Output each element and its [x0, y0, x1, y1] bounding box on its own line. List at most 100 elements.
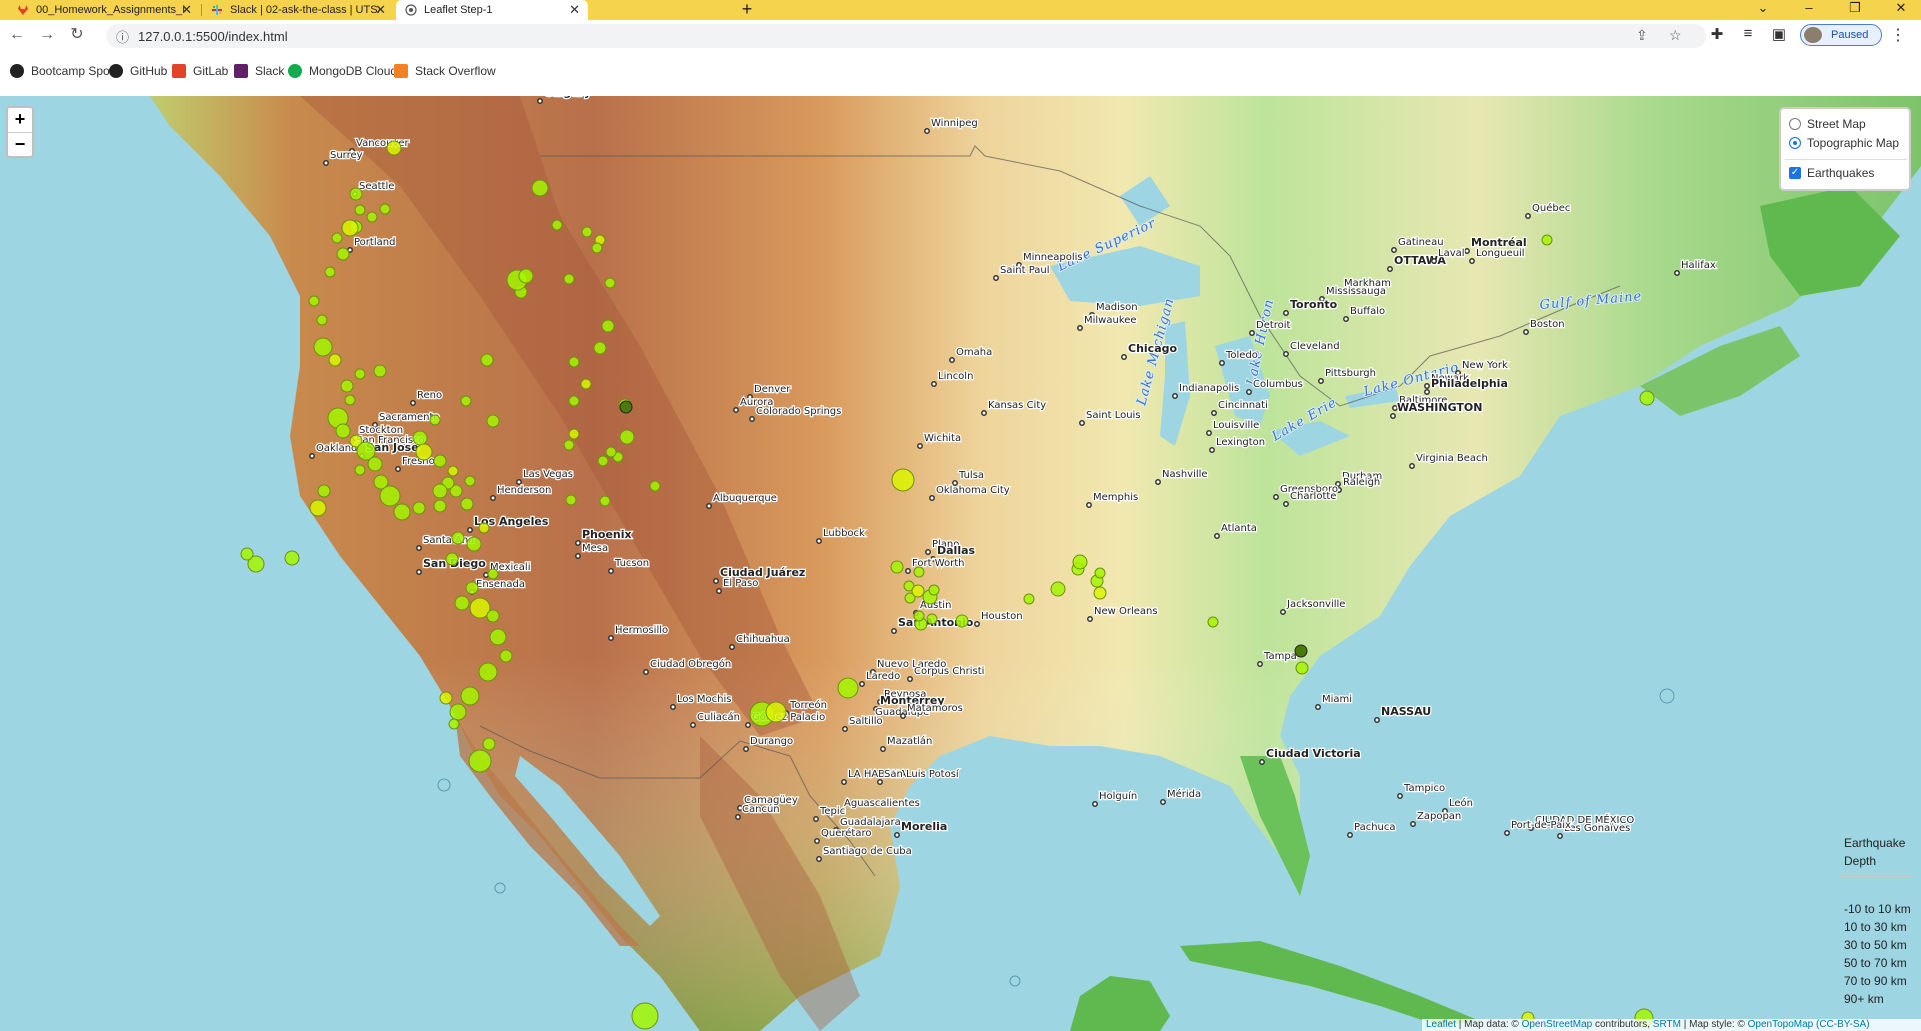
earthquake-marker[interactable]: [354, 464, 366, 476]
earthquake-marker[interactable]: [890, 560, 904, 574]
earthquake-marker[interactable]: [284, 550, 300, 566]
tab-search-icon[interactable]: ⌄: [1740, 0, 1786, 20]
earthquake-marker[interactable]: [913, 566, 925, 578]
earthquake-marker[interactable]: [619, 400, 633, 414]
earthquake-marker[interactable]: [478, 662, 498, 682]
earthquake-marker[interactable]: [466, 536, 482, 552]
forward-button[interactable]: →: [36, 24, 58, 46]
earthquake-marker[interactable]: [563, 439, 575, 451]
earthquake-marker[interactable]: [926, 613, 938, 625]
address-bar[interactable]: ⓘ 127.0.0.1:5500/index.html ⇪ ☆: [106, 24, 1706, 48]
earthquake-marker[interactable]: [605, 446, 617, 458]
earthquake-marker[interactable]: [344, 394, 356, 406]
earthquake-marker[interactable]: [1072, 554, 1088, 570]
earthquake-marker[interactable]: [486, 414, 500, 428]
earthquake-marker[interactable]: [366, 211, 378, 223]
leaflet-link[interactable]: Leaflet: [1426, 1019, 1456, 1030]
zoom-in-button[interactable]: +: [8, 108, 32, 132]
earthquake-marker[interactable]: [565, 494, 577, 506]
opentopomap-link[interactable]: OpenTopoMap: [1748, 1019, 1814, 1030]
close-window-button[interactable]: ✕: [1878, 0, 1921, 20]
earthquake-marker[interactable]: [599, 495, 611, 507]
earthquake-marker[interactable]: [1295, 661, 1309, 675]
earthquake-marker[interactable]: [340, 379, 354, 393]
extensions-icon[interactable]: ✚: [1707, 25, 1727, 43]
earthquake-marker[interactable]: [393, 503, 411, 521]
earthquake-marker[interactable]: [580, 378, 592, 390]
bookmark-bootcamp-spot[interactable]: Bootcamp Spot: [10, 64, 113, 78]
earthquake-marker[interactable]: [451, 531, 465, 545]
earthquake-marker[interactable]: [433, 454, 447, 468]
earthquake-marker[interactable]: [913, 610, 925, 622]
back-button[interactable]: ←: [6, 24, 28, 46]
earthquake-marker[interactable]: [480, 353, 494, 367]
bookmark-stack-overflow[interactable]: Stack Overflow: [394, 64, 496, 78]
earthquake-marker[interactable]: [415, 443, 433, 461]
earthquake-marker[interactable]: [631, 1002, 659, 1030]
earthquake-marker[interactable]: [765, 701, 787, 723]
license-link[interactable]: (CC-BY-SA): [1816, 1019, 1870, 1030]
minimize-button[interactable]: –: [1786, 0, 1832, 20]
more-menu-icon[interactable]: ⋮: [1890, 25, 1906, 45]
earthquake-marker[interactable]: [349, 187, 363, 201]
earthquake-marker[interactable]: [837, 677, 859, 699]
bookmark-github[interactable]: GitHub: [109, 64, 167, 78]
earthquake-marker[interactable]: [911, 584, 925, 598]
tab-slack[interactable]: Slack | 02-ask-the-class | UTSA-V ✕: [202, 0, 394, 20]
earthquake-marker[interactable]: [354, 204, 366, 216]
reload-button[interactable]: ↻: [66, 24, 88, 46]
earthquake-marker[interactable]: [1639, 390, 1655, 406]
earthquake-marker[interactable]: [597, 455, 609, 467]
earthquake-marker[interactable]: [891, 468, 915, 492]
earthquake-marker[interactable]: [367, 456, 383, 472]
earthquake-marker[interactable]: [429, 414, 441, 426]
earthquake-marker[interactable]: [433, 499, 447, 513]
earthquake-marker[interactable]: [341, 219, 359, 237]
earthquake-marker[interactable]: [379, 203, 391, 215]
earthquake-marker[interactable]: [432, 483, 448, 499]
earthquake-marker[interactable]: [386, 140, 402, 156]
earthquake-marker[interactable]: [309, 499, 327, 517]
earthquake-marker[interactable]: [568, 428, 580, 440]
earthquake-marker[interactable]: [1093, 586, 1107, 600]
srtm-link[interactable]: SRTM: [1653, 1019, 1681, 1030]
earthquake-marker[interactable]: [482, 737, 496, 751]
bookmark-mongodb[interactable]: MongoDB Cloud: [288, 64, 397, 78]
close-icon[interactable]: ✕: [569, 2, 580, 18]
layer-topographic-map[interactable]: Topographic Map: [1789, 136, 1899, 150]
earthquake-marker[interactable]: [439, 691, 453, 705]
earthquake-marker[interactable]: [331, 232, 343, 244]
earthquake-marker[interactable]: [591, 242, 603, 254]
earthquake-marker[interactable]: [1294, 644, 1308, 658]
earthquake-marker[interactable]: [317, 484, 331, 498]
earthquake-marker[interactable]: [454, 595, 470, 611]
side-panel-icon[interactable]: ▣: [1769, 25, 1789, 43]
earthquake-marker[interactable]: [448, 718, 460, 730]
layer-street-map[interactable]: Street Map: [1789, 117, 1866, 131]
earthquake-marker[interactable]: [604, 277, 616, 289]
earthquake-marker[interactable]: [308, 295, 320, 307]
earthquake-marker[interactable]: [1541, 234, 1553, 246]
earthquake-marker[interactable]: [468, 749, 492, 773]
earthquake-marker[interactable]: [1207, 616, 1219, 628]
bookmark-star-icon[interactable]: ☆: [1669, 27, 1682, 44]
earthquake-marker[interactable]: [465, 581, 479, 595]
new-tab-button[interactable]: +: [737, 0, 757, 20]
bookmark-gitlab[interactable]: GitLab: [172, 64, 228, 78]
earthquake-marker[interactable]: [460, 497, 474, 511]
earthquake-marker[interactable]: [489, 628, 507, 646]
close-icon[interactable]: ✕: [181, 2, 192, 18]
earthquake-marker[interactable]: [412, 501, 426, 515]
earthquake-marker[interactable]: [328, 353, 342, 367]
layer-earthquakes[interactable]: ✓ Earthquakes: [1789, 166, 1874, 180]
earthquake-marker[interactable]: [379, 485, 401, 507]
earthquake-marker[interactable]: [354, 368, 366, 380]
earthquake-marker[interactable]: [313, 337, 333, 357]
info-icon[interactable]: ⓘ: [116, 27, 129, 46]
profile-button[interactable]: Paused: [1800, 24, 1882, 46]
earthquake-marker[interactable]: [1094, 567, 1106, 579]
zoom-out-button[interactable]: −: [8, 132, 32, 156]
earthquake-marker[interactable]: [335, 423, 351, 439]
tab-homework[interactable]: 00_Homework_Assignments_Inst ✕: [8, 0, 200, 20]
earthquake-marker[interactable]: [445, 552, 459, 566]
